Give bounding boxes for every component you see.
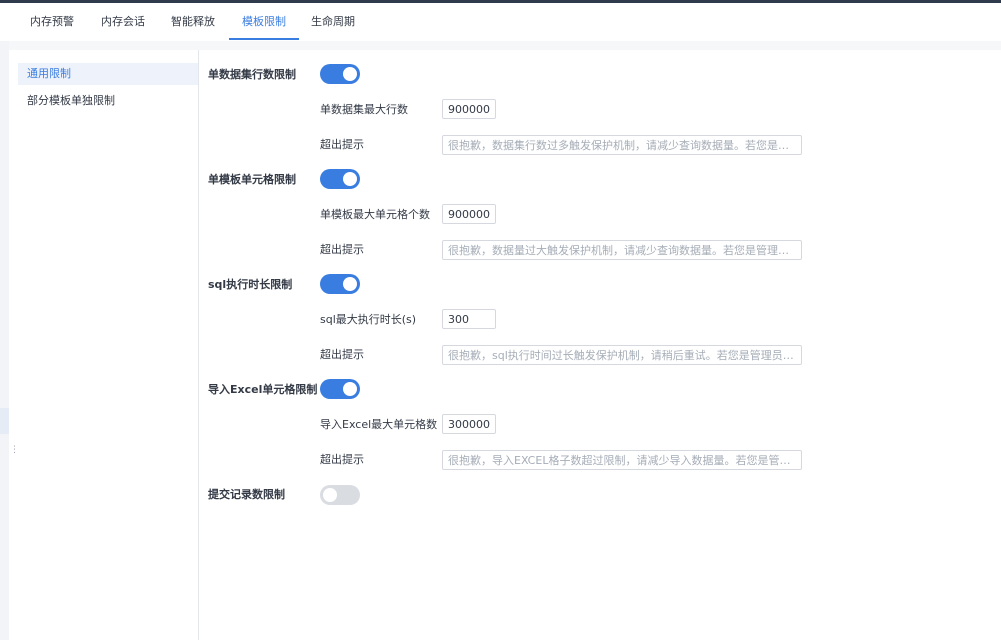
settings-panel: 单数据集行数限制 单数据集最大行数 超出提示 单模板单元格限制 单模板最大单元格… xyxy=(199,50,1001,640)
rail-active-marker xyxy=(0,408,9,434)
toggle-sql-duration[interactable] xyxy=(320,274,360,294)
label-max-excel-import-cells: 导入Excel最大单元格数 xyxy=(320,418,438,431)
hint-excel-import-cells-input[interactable] xyxy=(442,450,802,470)
sidebar-item-general-limit[interactable]: 通用限制 xyxy=(18,63,198,85)
toggle-knob xyxy=(343,382,357,396)
content-top-gap xyxy=(9,41,1001,50)
section-label-excel-import-cells: 导入Excel单元格限制 xyxy=(208,383,318,396)
max-dataset-rows-input[interactable] xyxy=(442,99,496,119)
toggle-knob xyxy=(323,488,337,502)
label-hint-sql-duration: 超出提示 xyxy=(320,348,364,361)
sidebar: 通用限制 部分模板单独限制 xyxy=(18,50,199,640)
label-hint-dataset-rows: 超出提示 xyxy=(320,138,364,151)
toggle-dataset-rows[interactable] xyxy=(320,64,360,84)
tab-bar: 内存预警 内存会话 智能释放 模板限制 生命周期 xyxy=(10,3,1001,42)
label-max-dataset-rows: 单数据集最大行数 xyxy=(320,103,408,116)
toggle-template-cells[interactable] xyxy=(320,169,360,189)
tab-smart-release[interactable]: 智能释放 xyxy=(162,3,224,40)
hint-sql-duration-input[interactable] xyxy=(442,345,802,365)
label-max-template-cells: 单模板最大单元格个数 xyxy=(320,208,430,221)
tab-memory-warning[interactable]: 内存预警 xyxy=(22,3,82,40)
hint-dataset-rows-input[interactable] xyxy=(442,135,802,155)
max-template-cells-input[interactable] xyxy=(442,204,496,224)
label-hint-template-cells: 超出提示 xyxy=(320,243,364,256)
tab-memory-session[interactable]: 内存会话 xyxy=(92,3,154,40)
section-label-dataset-rows: 单数据集行数限制 xyxy=(208,68,296,81)
toggle-knob xyxy=(343,172,357,186)
section-label-template-cells: 单模板单元格限制 xyxy=(208,173,296,186)
drag-handle-icon[interactable]: ⋮ xyxy=(10,443,19,457)
hint-template-cells-input[interactable] xyxy=(442,240,802,260)
max-sql-duration-input[interactable] xyxy=(442,309,496,329)
toggle-excel-import-cells[interactable] xyxy=(320,379,360,399)
section-label-sql-duration: sql执行时长限制 xyxy=(208,278,293,291)
section-label-submit-records: 提交记录数限制 xyxy=(208,488,285,501)
label-max-sql-duration: sql最大执行时长(s) xyxy=(320,313,417,326)
max-excel-import-cells-input[interactable] xyxy=(442,414,496,434)
sidebar-item-template-specific-limit[interactable]: 部分模板单独限制 xyxy=(18,90,198,112)
toggle-submit-records[interactable] xyxy=(320,485,360,505)
label-hint-excel-import-cells: 超出提示 xyxy=(320,453,364,466)
toggle-knob xyxy=(343,67,357,81)
tab-template-limit[interactable]: 模板限制 xyxy=(229,3,299,40)
collapsed-left-rail xyxy=(0,41,9,640)
tab-lifecycle[interactable]: 生命周期 xyxy=(302,3,364,40)
toggle-knob xyxy=(343,277,357,291)
